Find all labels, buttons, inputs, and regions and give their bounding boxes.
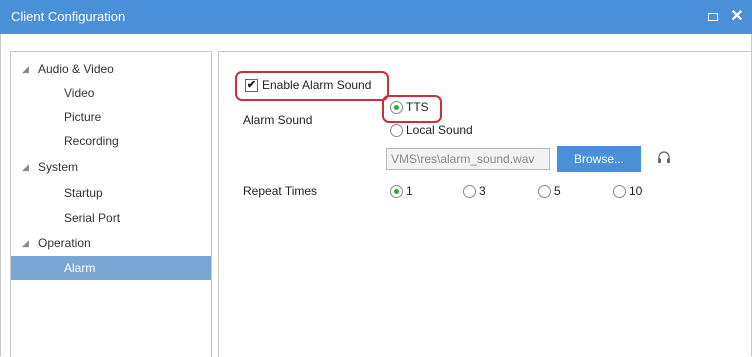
tree-group-system[interactable]: ◢ System — [11, 155, 211, 179]
tree-group-label: Audio & Video — [38, 62, 114, 76]
expanded-arrow-icon: ◢ — [22, 64, 29, 74]
alarm-sound-label: Alarm Sound — [243, 113, 313, 127]
radio-selected-icon — [390, 101, 403, 114]
radio-unselected-icon — [390, 124, 403, 137]
tree-group-label: System — [38, 160, 79, 174]
tree-item-label: Recording — [64, 134, 119, 148]
radio-unselected-icon — [613, 185, 626, 198]
tree-item-label: Alarm — [64, 261, 96, 275]
tree-group-label: Operation — [38, 236, 91, 250]
sound-file-path-input[interactable] — [386, 148, 550, 170]
title-bar: Client Configuration ✕ — [0, 0, 752, 34]
radio-unselected-icon — [463, 185, 476, 198]
radio-label: 1 — [406, 184, 413, 198]
tree-item-picture[interactable]: Picture — [11, 105, 211, 129]
tree-item-startup[interactable]: Startup — [11, 181, 211, 205]
headphones-icon[interactable] — [656, 149, 672, 165]
close-button[interactable]: ✕ — [726, 0, 748, 34]
tree-item-alarm[interactable]: Alarm — [11, 256, 211, 280]
tree-item-label: Video — [64, 86, 95, 100]
window-title: Client Configuration — [11, 9, 126, 24]
enable-alarm-sound-checkbox[interactable]: ✔ Enable Alarm Sound — [235, 71, 389, 101]
radio-label: 3 — [479, 184, 486, 198]
tree-item-recording[interactable]: Recording — [11, 129, 211, 153]
radio-selected-icon — [390, 185, 403, 198]
enable-alarm-sound-label: Enable Alarm Sound — [262, 78, 372, 92]
checkbox-checked-icon: ✔ — [245, 79, 258, 92]
tree-item-serial-port[interactable]: Serial Port — [11, 206, 211, 230]
repeat-times-label: Repeat Times — [243, 184, 318, 198]
close-icon: ✕ — [730, 8, 744, 25]
settings-tree: ◢ Audio & Video Video Picture Recording … — [10, 51, 212, 357]
expanded-arrow-icon: ◢ — [22, 238, 29, 248]
tree-item-label: Serial Port — [64, 211, 121, 225]
maximize-button[interactable] — [702, 0, 724, 34]
tree-group-audio-video[interactable]: ◢ Audio & Video — [11, 57, 211, 81]
radio-label: Local Sound — [406, 123, 473, 137]
tree-item-label: Picture — [64, 110, 102, 124]
browse-button[interactable]: Browse... — [557, 146, 641, 172]
radio-label: 10 — [629, 184, 643, 198]
radio-label: 5 — [554, 184, 561, 198]
radio-label: TTS — [406, 100, 429, 114]
expanded-arrow-icon: ◢ — [22, 162, 29, 172]
tree-group-operation[interactable]: ◢ Operation — [11, 231, 211, 255]
maximize-icon — [708, 12, 718, 21]
tree-item-video[interactable]: Video — [11, 81, 211, 105]
radio-unselected-icon — [538, 185, 551, 198]
tree-item-label: Startup — [64, 186, 103, 200]
